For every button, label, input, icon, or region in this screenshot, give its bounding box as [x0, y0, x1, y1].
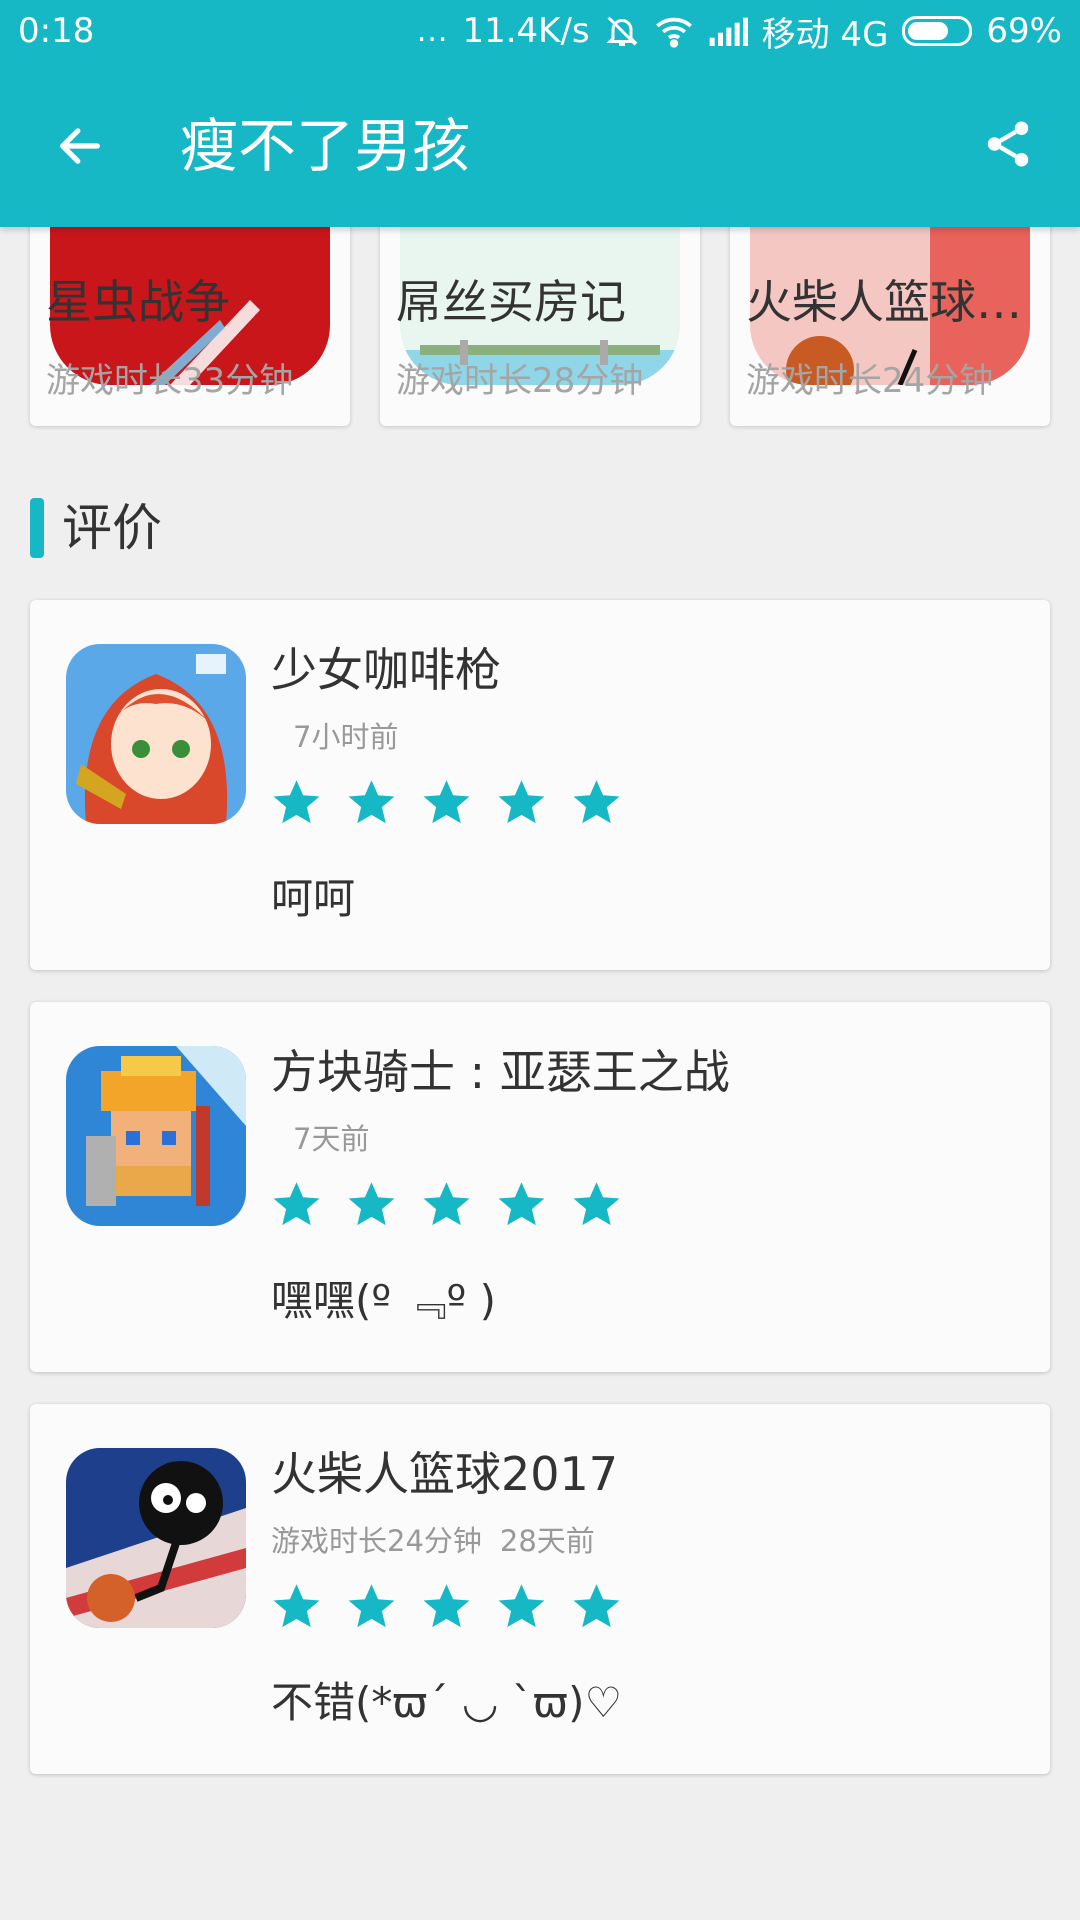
- star-icon: [273, 1182, 320, 1226]
- carrier-label: 移动 4G: [761, 14, 889, 55]
- battery-percent: 69%: [986, 11, 1062, 51]
- star-icon: [498, 780, 545, 824]
- game-name: 星虫战争: [46, 275, 230, 329]
- header: 0:18 ... 11.4K/s 移动 4G 69% 瘦不了男孩: [0, 0, 1080, 227]
- wifi-icon: [654, 14, 694, 48]
- review-time: 7天前: [293, 1122, 370, 1156]
- review-game-name: 少女咖啡枪: [271, 643, 501, 697]
- game-playtime: 游戏时长24分钟: [746, 361, 994, 401]
- rating-stars: [271, 777, 622, 828]
- game-name: 火柴人篮球2…: [746, 275, 1038, 329]
- signal-icon: [708, 16, 748, 46]
- star-icon: [423, 1584, 470, 1628]
- share-button[interactable]: [976, 112, 1040, 176]
- rating-stars: [271, 1581, 622, 1632]
- app-bar: 瘦不了男孩: [0, 62, 1080, 227]
- star-icon: [573, 1584, 620, 1628]
- star-icon: [498, 1584, 545, 1628]
- review-time: 7小时前: [293, 720, 399, 754]
- status-dots: ...: [416, 13, 449, 49]
- star-icon: [573, 780, 620, 824]
- review-meta: 7小时前: [271, 716, 398, 758]
- game-icon: [66, 1448, 246, 1628]
- rating-stars: [271, 1179, 622, 1230]
- status-time: 0:18: [18, 11, 95, 51]
- review-card[interactable]: 少女咖啡枪 7小时前 呵呵: [30, 600, 1050, 970]
- review-game-name: 方块骑士 : 亚瑟王之战: [271, 1045, 730, 1099]
- review-meta: 游戏时长24分钟 28天前: [271, 1520, 595, 1562]
- share-icon: [987, 121, 1029, 167]
- review-card[interactable]: 方块骑士 : 亚瑟王之战 7天前 嘿嘿(º ﹃º ): [30, 1002, 1050, 1372]
- review-meta: 7天前: [271, 1118, 369, 1160]
- star-icon: [498, 1182, 545, 1226]
- arrow-back-icon: [60, 128, 100, 164]
- page-title: 瘦不了男孩: [180, 112, 471, 180]
- game-icon: [66, 1046, 246, 1226]
- review-card[interactable]: 火柴人篮球2017 游戏时长24分钟 28天前 不错(*ϖ´ ◡ `ϖ)♡: [30, 1404, 1050, 1774]
- review-text: 呵呵: [271, 874, 356, 923]
- mute-bell-icon: [604, 13, 640, 49]
- star-icon: [348, 780, 395, 824]
- status-bar: 0:18 ... 11.4K/s 移动 4G 69%: [0, 0, 1080, 62]
- review-text: 嘿嘿(º ﹃º ): [271, 1276, 497, 1325]
- star-icon: [423, 1182, 470, 1226]
- review-playtime: 游戏时长24分钟: [271, 1524, 482, 1558]
- game-playtime: 游戏时长28分钟: [396, 361, 644, 401]
- network-speed: 11.4K/s: [462, 11, 590, 51]
- review-game-name: 火柴人篮球2017: [271, 1447, 619, 1501]
- game-icon: [66, 644, 246, 824]
- review-time: 28天前: [499, 1524, 595, 1558]
- game-playtime: 游戏时长33分钟: [46, 361, 294, 401]
- star-icon: [273, 780, 320, 824]
- back-button[interactable]: [48, 114, 112, 178]
- star-icon: [423, 780, 470, 824]
- star-icon: [573, 1182, 620, 1226]
- section-accent-bar: [30, 498, 44, 558]
- star-icon: [273, 1584, 320, 1628]
- star-icon: [348, 1584, 395, 1628]
- review-text: 不错(*ϖ´ ◡ `ϖ)♡: [271, 1678, 623, 1727]
- section-title: 评价: [62, 499, 162, 557]
- battery-icon: [902, 16, 973, 46]
- star-icon: [348, 1182, 395, 1226]
- game-name: 屌丝买房记: [396, 275, 626, 329]
